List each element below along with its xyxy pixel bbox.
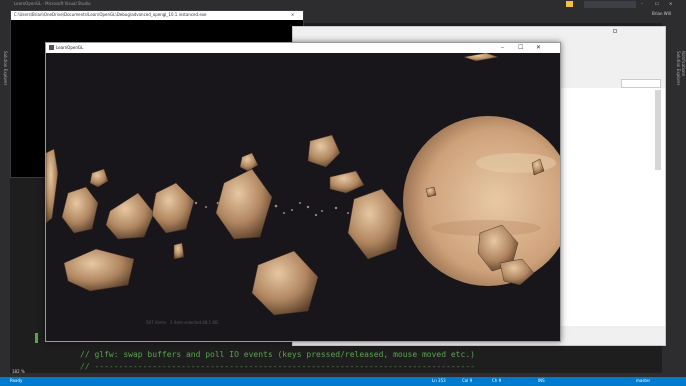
zoom-level[interactable]: 182 % <box>12 369 25 375</box>
asteroid-18 <box>425 186 437 198</box>
status-branch[interactable]: master <box>636 378 650 384</box>
quick-launch-box[interactable]: Quick Launch (Ctrl+Q) <box>584 1 636 17</box>
explorer-minimize-icon[interactable] <box>613 29 617 33</box>
gl-app-icon <box>49 45 54 50</box>
asteroid-4 <box>151 182 195 234</box>
asteroid-15 <box>239 152 259 172</box>
status-col: Col 9 <box>462 378 473 383</box>
left-tab-label[interactable]: Solution Explorer <box>2 51 8 85</box>
status-bar: Ready Ln 353 Col 9 Ch 9 INS master <box>0 377 686 386</box>
asteroid-10 <box>329 170 365 194</box>
asteroid-2 <box>61 186 99 234</box>
gl-title-bar[interactable]: LearnOpenGL – ☐ ✕ <box>46 43 560 53</box>
change-indicator <box>35 333 38 343</box>
status-ins: INS <box>538 378 545 383</box>
planet <box>403 116 560 286</box>
asteroid-16 <box>463 53 499 62</box>
user-name[interactable]: Brian Will <box>652 11 671 17</box>
gl-title: LearnOpenGL <box>56 45 84 50</box>
asteroid-6 <box>63 248 135 292</box>
console-close-icon[interactable]: ✕ <box>291 12 294 18</box>
opengl-window[interactable]: LearnOpenGL – ☐ ✕ <box>45 42 561 342</box>
status-ready: Ready <box>10 378 23 383</box>
left-tool-strip: Solution Explorer <box>0 23 10 373</box>
console-title: C:\Users\Brian\OneDrive\Documents\LearnO… <box>14 12 207 17</box>
asteroid-7 <box>251 250 319 316</box>
asteroid-5 <box>215 168 273 240</box>
window-close-icon[interactable]: ✕ <box>669 1 672 7</box>
render-viewport[interactable] <box>46 53 560 341</box>
explorer-search-box[interactable]: Search Do... <box>621 79 661 96</box>
asteroid-8 <box>347 188 403 260</box>
console-title-bar[interactable]: C:\Users\Brian\OneDrive\Documents\LearnO… <box>11 11 303 20</box>
window-maximize-icon[interactable]: ☐ <box>655 1 659 7</box>
right-tool-strip: Solution Explorer Notifications <box>673 23 686 373</box>
asteroid-9 <box>307 134 341 168</box>
gl-close-icon[interactable]: ✕ <box>536 44 541 51</box>
vs-title-bar: LearnOpenGL - Microsoft Visual Studio Qu… <box>0 0 686 17</box>
planet-band-1 <box>476 153 556 173</box>
code-line-1[interactable]: // glfw: swap buffers and poll IO events… <box>80 350 475 359</box>
vs-title: LearnOpenGL - Microsoft Visual Studio <box>14 1 91 6</box>
explorer-item-count: 567 items <box>146 320 167 325</box>
asteroid-14 <box>89 168 109 188</box>
code-line-2[interactable]: // -------------------------------------… <box>80 362 475 371</box>
status-char: Ch 9 <box>492 378 502 383</box>
explorer-selection: 1 item selected 48.1 KB <box>170 320 218 325</box>
gl-maximize-icon[interactable]: ☐ <box>518 44 523 51</box>
gl-minimize-icon[interactable]: – <box>501 44 504 51</box>
status-line: Ln 353 <box>432 378 446 383</box>
asteroid-3 <box>105 192 155 240</box>
asteroid-scene <box>46 53 560 316</box>
window-minimize-icon[interactable]: – <box>641 1 643 7</box>
asteroid-1 <box>46 148 59 224</box>
explorer-scrollbar[interactable] <box>655 90 661 170</box>
right-tab-notifications[interactable]: Notifications <box>680 51 686 76</box>
notification-flag-icon[interactable] <box>566 1 573 7</box>
asteroid-13 <box>173 242 185 260</box>
